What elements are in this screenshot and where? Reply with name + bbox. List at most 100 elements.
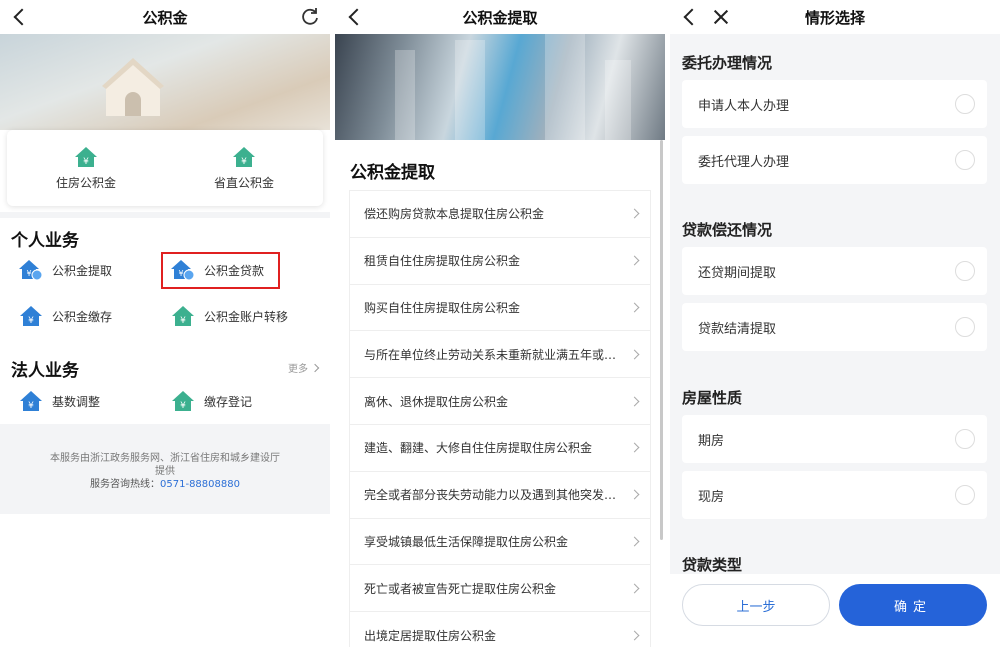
corporate-business-heading: 法人业务: [11, 361, 79, 381]
previous-step-button[interactable]: 上一步: [682, 584, 830, 626]
hotline-number[interactable]: 0571-88808880: [160, 479, 240, 490]
footer-text: 本服务由浙江政务服务网、浙江省住房和城乡建设厅: [50, 453, 280, 464]
biz-item-deposit-register[interactable]: ¥ 缴存登记: [170, 390, 252, 412]
house-yuan-icon: ¥: [75, 146, 97, 167]
service-footer: 本服务由浙江政务服务网、浙江省住房和城乡建设厅 提供 服务咨询热线：0571-8…: [0, 424, 330, 514]
radio-button[interactable]: [955, 317, 975, 337]
list-item-label: 死亡或者被宣告死亡提取住房公积金: [364, 581, 557, 596]
list-item[interactable]: 享受城镇最低生活保障提取住房公积金: [350, 519, 650, 566]
house-yuan-icon: ¥: [172, 306, 194, 326]
biz-label: 公积金账户转移: [204, 309, 289, 324]
house-yuan-icon: ¥: [233, 146, 255, 167]
back-icon[interactable]: [10, 6, 32, 28]
top-bar: 公积金提取: [335, 0, 665, 34]
option-repaying[interactable]: 还贷期间提取: [682, 247, 987, 295]
back-icon[interactable]: [345, 6, 367, 28]
option-label: 委托代理人办理: [698, 154, 790, 170]
list-item[interactable]: 购买自住住房提取住房公积金: [350, 285, 650, 332]
svg-text:¥: ¥: [241, 157, 247, 167]
top-bar: 公积金: [0, 0, 330, 34]
hotline: 服务咨询热线：0571-88808880: [0, 478, 330, 491]
radio-button[interactable]: [955, 150, 975, 170]
list-item[interactable]: 租赁自住住房提取住房公积金: [350, 238, 650, 285]
footer-text: 提供: [155, 466, 175, 477]
provincial-fund-account-entry[interactable]: ¥ 省直公积金: [165, 130, 323, 206]
biz-label: 公积金提取: [52, 263, 113, 278]
list-item[interactable]: 与所在单位终止劳动关系未重新就业满五年或…: [350, 331, 650, 379]
option-label: 现房: [698, 489, 725, 505]
close-icon[interactable]: [710, 6, 732, 28]
list-item[interactable]: 出境定居提取住房公积金: [350, 612, 650, 647]
group-title: 房屋性质: [682, 389, 743, 407]
scrollbar[interactable]: [660, 140, 663, 540]
refresh-icon[interactable]: [300, 7, 320, 27]
list-item-label: 建造、翻建、大修自住住房提取住房公积金: [364, 441, 593, 456]
fund-withdraw-screen: 公积金提取 公积金提取 偿还购房贷款本息提取住房公积金 租赁自住住房提取住房公积…: [335, 0, 665, 647]
chevron-right-icon: [629, 255, 640, 266]
option-presale[interactable]: 期房: [682, 415, 987, 463]
option-label: 期房: [698, 433, 725, 449]
house-yuan-icon: ¥: [172, 391, 194, 411]
list-item[interactable]: 建造、翻建、大修自住住房提取住房公积金: [350, 425, 650, 472]
biz-item-fund-deposit[interactable]: ¥ 公积金缴存: [18, 305, 112, 327]
chevron-right-icon: [629, 396, 640, 407]
option-existing[interactable]: 现房: [682, 471, 987, 519]
list-item-label: 与所在单位终止劳动关系未重新就业满五年或…: [364, 347, 617, 362]
option-label: 贷款结清提取: [698, 321, 777, 337]
more-label: 更多: [288, 364, 308, 375]
back-icon[interactable]: [680, 6, 702, 28]
svg-text:¥: ¥: [83, 157, 89, 167]
svg-text:¥: ¥: [180, 401, 186, 411]
radio-button[interactable]: [955, 94, 975, 114]
option-self[interactable]: 申请人本人办理: [682, 80, 987, 128]
account-label: 住房公积金: [55, 175, 116, 190]
biz-label: 缴存登记: [204, 394, 253, 409]
chevron-right-icon: [310, 363, 320, 372]
options-area: 委托办理情况 申请人本人办理 委托代理人办理 贷款偿还情况 还贷期间提取 贷款结…: [670, 34, 1000, 574]
biz-item-account-transfer[interactable]: ¥ 公积金账户转移: [170, 305, 288, 327]
banner-image: [335, 34, 665, 140]
personal-business-heading: 个人业务: [11, 231, 79, 251]
list-item[interactable]: 死亡或者被宣告死亡提取住房公积金: [350, 565, 650, 613]
house-doc-icon: ¥: [19, 260, 43, 281]
house-yuan-icon: ¥: [20, 391, 42, 411]
house-model-illustration: [102, 58, 164, 116]
selection-highlight-box: [161, 252, 280, 289]
chevron-right-icon: [629, 489, 640, 500]
section-title: 公积金提取: [350, 163, 435, 183]
top-bar: 情形选择: [670, 0, 1000, 34]
svg-text:¥: ¥: [28, 316, 34, 326]
list-item[interactable]: 完全或者部分丧失劳动能力以及遇到其他突发…: [350, 472, 650, 519]
housing-fund-home-screen: 公积金 ¥ 住房公积金 ¥ 省直公积金 个人业务 ¥ 公积金提取 ¥ 公积金贷款…: [0, 0, 330, 647]
list-item[interactable]: 偿还购房贷款本息提取住房公积金: [350, 191, 650, 238]
biz-item-base-adjust[interactable]: ¥ 基数调整: [18, 390, 100, 412]
divider: [0, 212, 330, 218]
account-label: 省直公积金: [213, 175, 274, 190]
group-title: 委托办理情况: [682, 54, 773, 72]
list-item[interactable]: 离休、退休提取住房公积金: [350, 378, 650, 425]
banner-image: [0, 34, 330, 130]
hotline-label: 服务咨询热线：: [90, 479, 161, 490]
radio-button[interactable]: [955, 261, 975, 281]
page-title: 情形选择: [804, 8, 865, 27]
action-bar: 上一步 确定: [670, 574, 1000, 647]
radio-button[interactable]: [955, 429, 975, 449]
svg-text:¥: ¥: [180, 316, 186, 326]
option-label: 申请人本人办理: [698, 98, 790, 114]
option-settled[interactable]: 贷款结清提取: [682, 303, 987, 351]
chevron-right-icon: [629, 630, 640, 641]
chevron-right-icon: [629, 208, 640, 219]
option-agent[interactable]: 委托代理人办理: [682, 136, 987, 184]
group-title: 贷款偿还情况: [682, 221, 773, 239]
chevron-right-icon: [629, 349, 640, 360]
house-yuan-icon: ¥: [20, 306, 42, 326]
radio-button[interactable]: [955, 485, 975, 505]
biz-item-fund-withdraw[interactable]: ¥ 公积金提取: [18, 259, 112, 281]
withdraw-reason-list: 偿还购房贷款本息提取住房公积金 租赁自住住房提取住房公积金 购买自住住房提取住房…: [349, 190, 651, 647]
svg-text:¥: ¥: [26, 269, 31, 278]
housing-fund-account-entry[interactable]: ¥ 住房公积金: [7, 130, 165, 206]
chevron-right-icon: [629, 583, 640, 594]
confirm-button[interactable]: 确定: [839, 584, 987, 626]
list-item-label: 出境定居提取住房公积金: [364, 628, 497, 643]
more-link[interactable]: 更多: [288, 360, 320, 375]
